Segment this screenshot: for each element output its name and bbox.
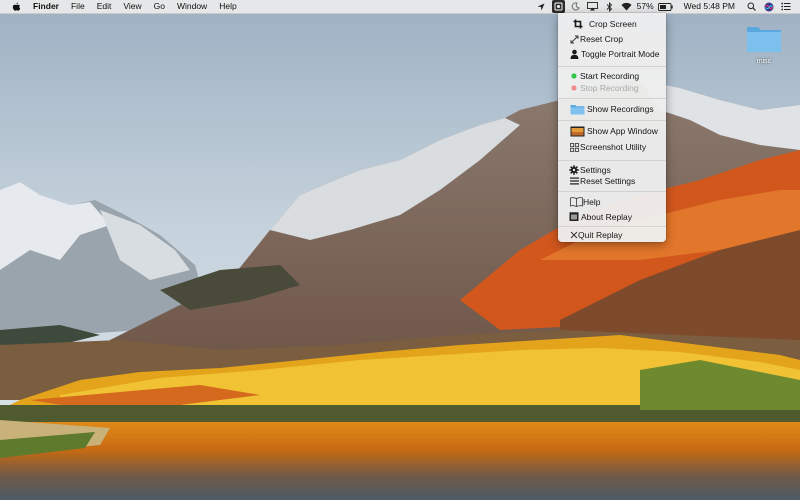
- wifi-icon[interactable]: [620, 0, 633, 13]
- menu-edit[interactable]: Edit: [91, 0, 118, 13]
- menu-view[interactable]: View: [117, 0, 147, 13]
- menubar-clock[interactable]: Wed 5:48 PM: [684, 0, 735, 13]
- menu-separator: [558, 120, 666, 121]
- siri-icon[interactable]: [762, 0, 775, 13]
- crop-icon: [572, 18, 584, 30]
- menu-separator: [558, 160, 666, 161]
- menu-item-label: Crop Screen: [589, 19, 637, 29]
- menu-item-label: Reset Crop: [580, 34, 623, 44]
- menu-help[interactable]: Help: [213, 0, 242, 13]
- menu-item-reset-crop[interactable]: Reset Crop: [558, 32, 666, 46]
- menu-item-about-replay[interactable]: About Replay: [558, 210, 666, 224]
- menu-go[interactable]: Go: [148, 0, 171, 13]
- notification-center-icon[interactable]: [779, 0, 792, 13]
- folder-icon: [569, 103, 585, 115]
- desktop-folder[interactable]: misc: [743, 22, 785, 68]
- menu-item-quit-replay[interactable]: Quit Replay: [558, 228, 666, 242]
- replay-dropdown-menu: Crop Screen Reset Crop Toggle Portrait M…: [558, 13, 666, 242]
- folder-label: misc: [756, 58, 772, 65]
- desktop-wallpaper: [0, 0, 800, 500]
- menu-item-stop-recording: Stop Recording: [558, 81, 666, 95]
- battery-percent[interactable]: 57%: [637, 0, 654, 13]
- arrows-diagonal-icon: [568, 33, 580, 45]
- book-icon: [569, 196, 583, 208]
- menu-separator: [558, 191, 666, 192]
- app-window-icon: [569, 125, 585, 137]
- airplay-icon[interactable]: [586, 0, 599, 13]
- menu-item-label: Show App Window: [587, 126, 658, 136]
- menu-item-show-recordings[interactable]: Show Recordings: [558, 102, 666, 116]
- menu-item-label: Reset Settings: [580, 176, 636, 186]
- menu-item-label: Toggle Portrait Mode: [581, 49, 660, 59]
- film-icon: [568, 211, 580, 223]
- menu-item-label: Quit Replay: [578, 230, 623, 240]
- menu-item-screenshot-utility[interactable]: Screenshot Utility: [558, 140, 666, 154]
- menu-item-label: About Replay: [581, 212, 633, 222]
- menu-item-label: Help: [583, 197, 601, 207]
- battery-icon[interactable]: [658, 0, 674, 13]
- menu-window[interactable]: Window: [171, 0, 213, 13]
- apple-icon[interactable]: [11, 2, 21, 12]
- menu-item-show-app-window[interactable]: Show App Window: [558, 124, 666, 138]
- menu-item-label: Show Recordings: [587, 104, 654, 114]
- menu-item-label: Screenshot Utility: [580, 142, 647, 152]
- folder-icon: [747, 27, 781, 52]
- menu-separator: [558, 66, 666, 67]
- person-icon: [568, 48, 580, 60]
- moon-icon[interactable]: [569, 0, 582, 13]
- menu-separator: [558, 98, 666, 99]
- menu-file[interactable]: File: [65, 0, 91, 13]
- menu-item-help[interactable]: Help: [558, 195, 666, 209]
- grid-icon: [568, 141, 580, 153]
- menu-item-crop-screen[interactable]: Crop Screen: [558, 17, 666, 31]
- menu-item-label: Stop Recording: [580, 83, 639, 93]
- menu-item-toggle-portrait-mode[interactable]: Toggle Portrait Mode: [558, 47, 666, 61]
- spotlight-icon[interactable]: [745, 0, 758, 13]
- bluetooth-icon[interactable]: [603, 0, 616, 13]
- menu-bar: Finder File Edit View Go Window Help 57%…: [0, 0, 800, 14]
- replay-icon[interactable]: [551, 0, 565, 13]
- red-dot-icon: [568, 82, 580, 94]
- list-lines-icon: [568, 175, 580, 187]
- app-menu-finder[interactable]: Finder: [30, 0, 65, 13]
- menu-separator: [558, 226, 666, 227]
- location-arrow-icon[interactable]: [535, 0, 548, 13]
- menu-item-reset-settings[interactable]: Reset Settings: [558, 174, 666, 188]
